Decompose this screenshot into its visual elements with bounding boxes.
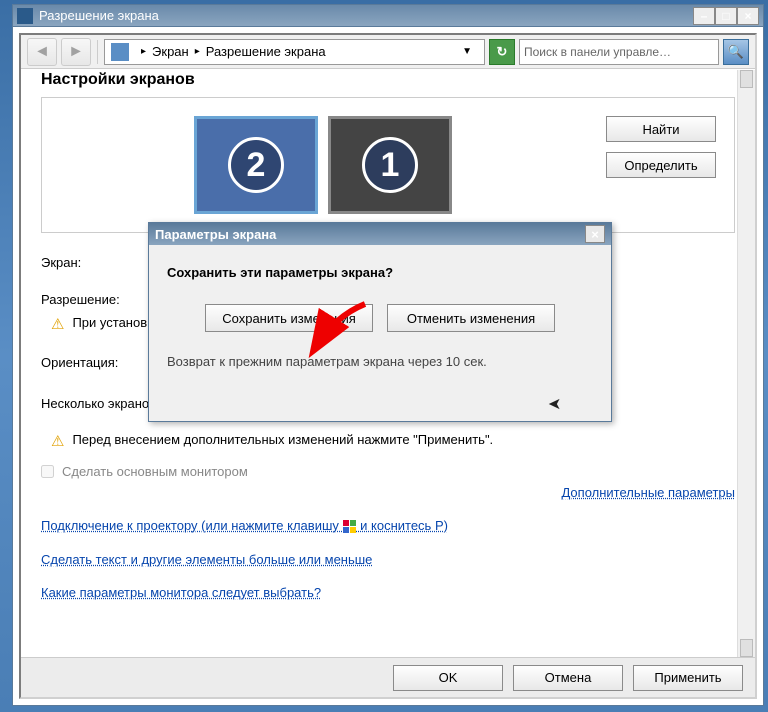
projector-link[interactable]: Подключение к проектору (или нажмите кла… bbox=[41, 518, 735, 534]
nav-bar: ◄ ► ▸ Экран ▸ Разрешение экрана ▼ ↻ Поис… bbox=[21, 35, 755, 69]
maximize-button[interactable]: □ bbox=[715, 7, 737, 25]
breadcrumb-dropdown[interactable]: ▼ bbox=[456, 46, 478, 57]
close-button[interactable]: × bbox=[737, 7, 759, 25]
monitor-1[interactable]: 1 bbox=[328, 116, 452, 214]
search-input[interactable]: Поиск в панели управле… bbox=[519, 39, 719, 65]
windows-key-icon bbox=[343, 520, 357, 534]
monitors-area[interactable]: 2 1 bbox=[60, 116, 586, 214]
window-titlebar: Разрешение экрана – □ × bbox=[13, 5, 763, 27]
monitor-2[interactable]: 2 bbox=[194, 116, 318, 214]
make-primary-checkbox: Сделать основным монитором bbox=[41, 464, 735, 479]
refresh-button[interactable]: ↻ bbox=[489, 39, 515, 65]
monitor-icon bbox=[111, 43, 129, 61]
warning-icon: ⚠ bbox=[51, 315, 64, 333]
breadcrumb[interactable]: ▸ Экран ▸ Разрешение экрана ▼ bbox=[104, 39, 485, 65]
dialog-close-button[interactable]: × bbox=[585, 225, 605, 243]
identify-button[interactable]: Определить bbox=[606, 152, 716, 178]
cursor-icon: ➤ bbox=[548, 394, 561, 414]
dialog-question: Сохранить эти параметры экрана? bbox=[167, 265, 593, 280]
advanced-settings-link[interactable]: Дополнительные параметры bbox=[41, 485, 735, 500]
display-settings-dialog: Параметры экрана × Сохранить эти парамет… bbox=[148, 222, 612, 422]
page-heading: Настройки экранов bbox=[41, 71, 735, 89]
minimize-button[interactable]: – bbox=[693, 7, 715, 25]
display-arrangement-box: 2 1 Найти Определить bbox=[41, 97, 735, 233]
window-title: Разрешение экрана bbox=[39, 8, 159, 23]
which-settings-link[interactable]: Какие параметры монитора следует выбрать… bbox=[41, 585, 735, 600]
back-button[interactable]: ◄ bbox=[27, 38, 57, 66]
breadcrumb-item[interactable]: Экран bbox=[152, 44, 189, 59]
warning-icon: ⚠ bbox=[51, 432, 64, 450]
cancel-button[interactable]: Отмена bbox=[513, 665, 623, 691]
find-button[interactable]: Найти bbox=[606, 116, 716, 142]
revert-timer-text: Возврат к прежним параметрам экрана чере… bbox=[167, 354, 593, 369]
vertical-scrollbar[interactable] bbox=[737, 70, 755, 657]
save-changes-button[interactable]: Сохранить изменения bbox=[205, 304, 373, 332]
app-icon bbox=[17, 8, 33, 24]
revert-changes-button[interactable]: Отменить изменения bbox=[387, 304, 555, 332]
text-size-link[interactable]: Сделать текст и другие элементы больше и… bbox=[41, 552, 735, 567]
apply-button[interactable]: Применить bbox=[633, 665, 743, 691]
apply-warning: ⚠ Перед внесением дополнительных изменен… bbox=[41, 432, 735, 450]
make-primary-checkbox-input bbox=[41, 465, 54, 478]
dialog-footer: OK Отмена Применить bbox=[21, 657, 755, 697]
monitor-badge-2: 2 bbox=[228, 137, 284, 193]
breadcrumb-item[interactable]: Разрешение экрана bbox=[206, 44, 326, 59]
search-placeholder: Поиск в панели управле… bbox=[524, 45, 671, 59]
forward-button[interactable]: ► bbox=[61, 38, 91, 66]
search-button[interactable]: 🔍 bbox=[723, 39, 749, 65]
dialog-title: Параметры экрана bbox=[155, 227, 276, 242]
dialog-titlebar: Параметры экрана × bbox=[149, 223, 611, 245]
monitor-badge-1: 1 bbox=[362, 137, 418, 193]
ok-button[interactable]: OK bbox=[393, 665, 503, 691]
